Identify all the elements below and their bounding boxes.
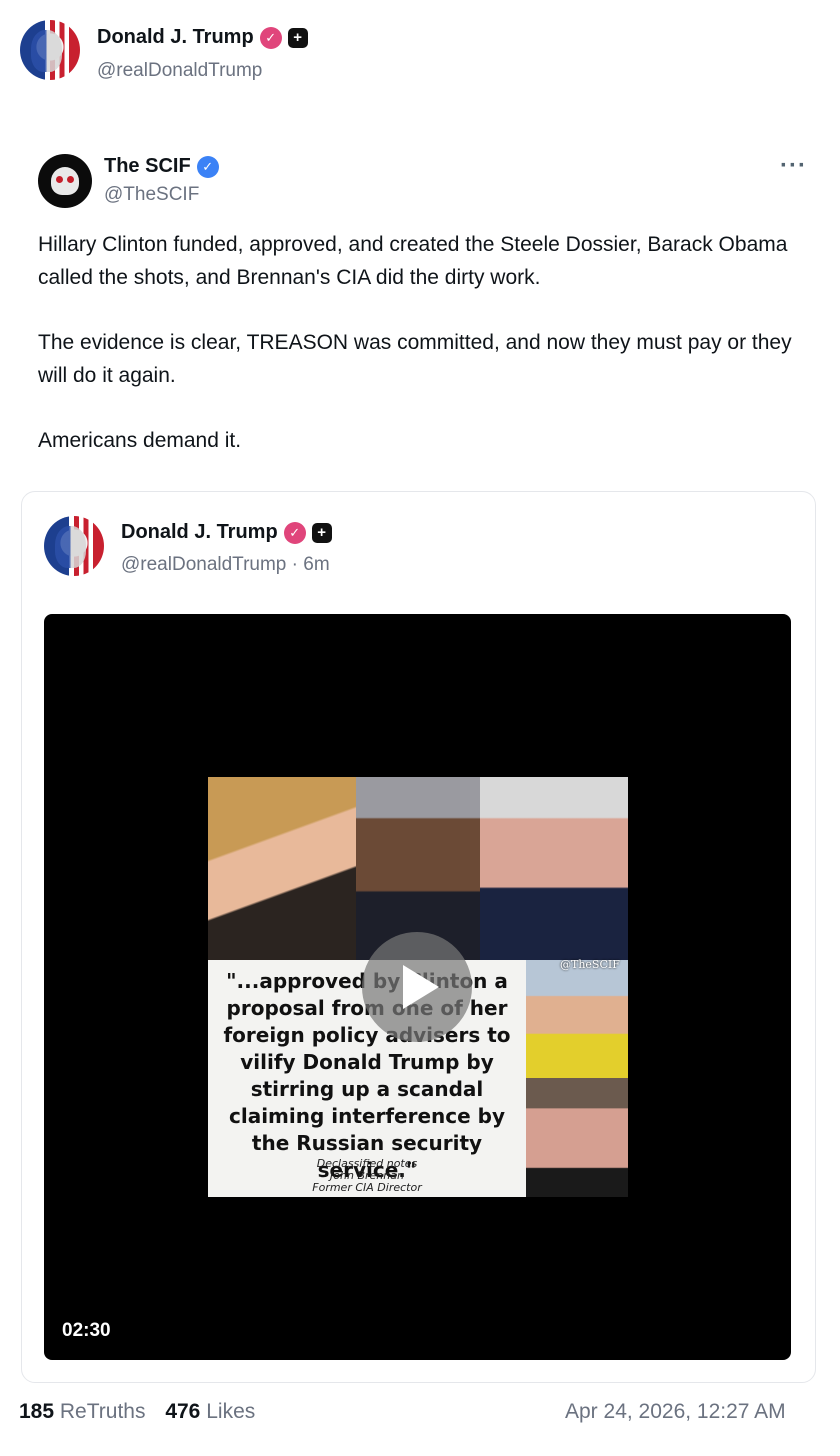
watermark: @TheSCIF (560, 958, 620, 971)
retruths-count[interactable]: 185 (19, 1400, 54, 1423)
scif-avatar[interactable] (38, 154, 92, 208)
photo-clinton-small (526, 960, 628, 1078)
post-paragraph: Hillary Clinton funded, approved, and cr… (38, 233, 788, 289)
skull-icon (51, 167, 79, 195)
post-paragraph: Americans demand it. (38, 429, 242, 452)
plus-badge-icon: + (287, 27, 308, 48)
more-options-icon[interactable]: ··· (780, 152, 807, 180)
plus-badge-icon: + (311, 522, 332, 543)
likes-count[interactable]: 476 (165, 1400, 200, 1423)
retruths-label[interactable]: ReTruths (60, 1400, 146, 1423)
post-paragraph: The evidence is clear, TREASON was commi… (38, 331, 792, 387)
scif-handle[interactable]: @TheSCIF (104, 184, 199, 206)
quote-source-line: Former CIA Director (312, 1181, 422, 1194)
photo-brennan (480, 777, 628, 960)
post-stats: 185 ReTruths 476 Likes (19, 1400, 255, 1424)
author-handle[interactable]: @realDonaldTrump (97, 60, 262, 82)
author-name-row: Donald J. Trump ✓ + (97, 26, 308, 49)
author-name[interactable]: Donald J. Trump (97, 26, 254, 49)
post-text: Hillary Clinton funded, approved, and cr… (38, 228, 818, 489)
photo-brennan-small (526, 1078, 628, 1197)
verified-pink-icon: ✓ (283, 521, 306, 544)
video-player[interactable]: "...approved by Clinton a proposal from … (44, 614, 791, 1360)
avatar-face (30, 29, 62, 72)
verified-blue-icon: ✓ (196, 155, 219, 178)
play-button[interactable] (362, 932, 472, 1042)
photo-clinton (208, 777, 356, 960)
embed-name-row: Donald J. Trump ✓ + (121, 521, 332, 544)
embed-author-handle-time[interactable]: @realDonaldTrump · 6m (121, 554, 330, 576)
video-duration: 02:30 (62, 1320, 111, 1341)
play-icon (403, 965, 439, 1009)
author-avatar[interactable] (20, 20, 80, 80)
post-timestamp[interactable]: Apr 24, 2026, 12:27 AM (565, 1400, 786, 1424)
embed-author-avatar[interactable] (44, 516, 104, 576)
likes-label[interactable]: Likes (206, 1400, 255, 1423)
embed-author-name[interactable]: Donald J. Trump (121, 521, 278, 544)
avatar-face (54, 525, 86, 568)
verified-pink-icon: ✓ (259, 26, 282, 49)
quote-source: Declassified notes John Brennan Former C… (208, 1158, 526, 1194)
scif-name[interactable]: The SCIF (104, 155, 191, 178)
scif-name-row: The SCIF ✓ (104, 155, 219, 178)
